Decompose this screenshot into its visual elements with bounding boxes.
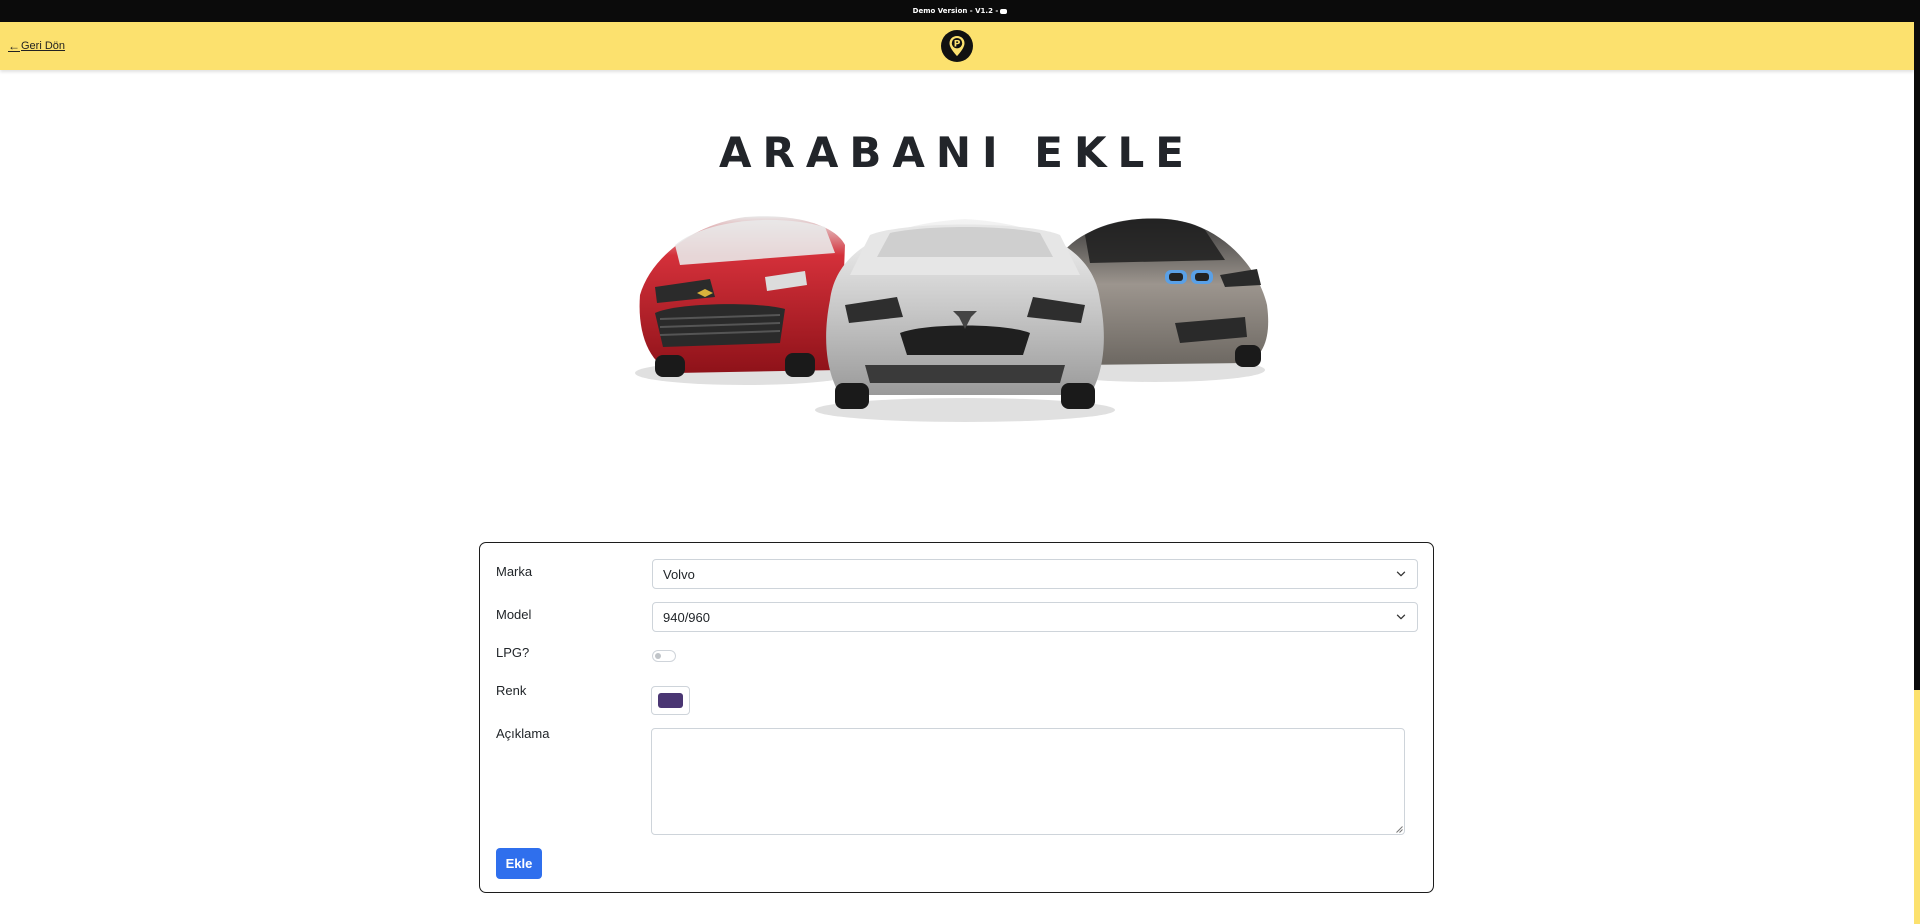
parking-pin-logo[interactable]: P [941, 30, 973, 62]
resize-grip-icon[interactable] [1396, 826, 1403, 833]
description-textarea[interactable] [651, 728, 1405, 835]
back-link[interactable]: ← Geri Dön [8, 39, 65, 53]
brand-select[interactable]: Volvo [652, 559, 1418, 589]
arrow-left-icon: ← [8, 39, 20, 53]
page-title: ARABANI EKLE [719, 128, 1195, 177]
color-picker[interactable] [651, 686, 690, 715]
color-swatch [658, 693, 683, 708]
top-navbar: ← Geri Dön P [0, 22, 1914, 70]
model-select-value: 940/960 [663, 609, 710, 625]
color-label: Renk [496, 683, 527, 698]
brand-select-value: Volvo [663, 566, 695, 582]
brand-label: Marka [496, 564, 533, 579]
scrollbar-track-accent [1914, 690, 1920, 924]
back-link-label: Geri Dön [21, 40, 66, 52]
model-label: Model [496, 607, 532, 622]
discord-icon[interactable] [1000, 8, 1008, 14]
chevron-down-icon [1396, 571, 1406, 577]
description-label: Açıklama [496, 726, 550, 741]
scrollbar-thumb[interactable] [1914, 22, 1920, 690]
submit-button[interactable]: Ekle [496, 848, 542, 879]
model-select[interactable]: 940/960 [652, 602, 1418, 632]
logo-letter: P [954, 40, 961, 50]
page-scrollbar[interactable] [1914, 22, 1920, 924]
lpg-toggle[interactable] [652, 650, 676, 662]
chevron-down-icon [1396, 614, 1406, 620]
demo-version-bar: Demo Version - V1.2 - [0, 0, 1920, 22]
silver-car [815, 219, 1115, 422]
lpg-label: LPG? [496, 645, 530, 660]
red-car [635, 216, 855, 385]
lpg-toggle-knob [655, 653, 661, 659]
demo-version-text: Demo Version - V1.2 - [912, 7, 999, 15]
add-car-form: Marka Volvo Model 940/960 LPG? Renk Açık… [479, 542, 1434, 893]
cars-hero-image [635, 216, 1269, 422]
